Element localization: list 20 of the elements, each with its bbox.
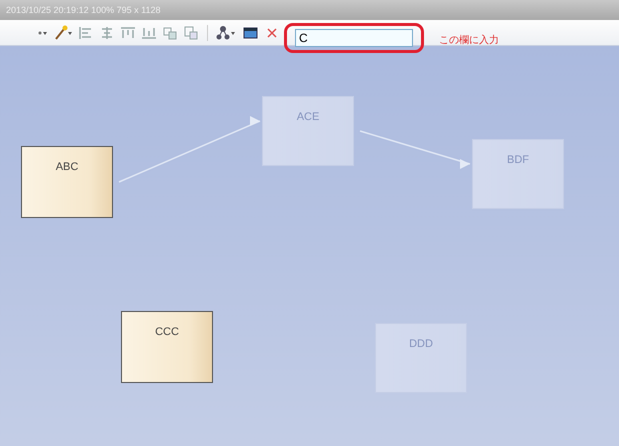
search-field[interactable]: C [295,28,413,46]
align-bottom-icon[interactable] [141,26,157,40]
close-icon[interactable] [267,28,277,38]
node-label: ACE [296,111,320,125]
network-icon[interactable] [216,24,238,40]
paste-icon[interactable] [183,26,199,40]
node-label: CCC [155,326,179,340]
wand-icon[interactable] [53,24,73,40]
diagram-node[interactable]: CCC [121,311,213,383]
align-left-icon[interactable] [78,26,94,40]
annotation-text: この欄に入力 [439,34,499,46]
node-label: ABC [56,161,78,175]
node-label: BDF [507,154,529,168]
diagram-node[interactable]: ABC [21,146,113,218]
copy-icon[interactable] [162,26,178,40]
node-label: DDD [409,338,433,352]
align-top-icon[interactable] [120,26,136,40]
align-center-icon[interactable] [99,26,115,40]
window-icon[interactable] [243,26,259,40]
title-bar-text: 2013/10/25 20:19:12 100% 795 x 1128 [6,5,160,15]
